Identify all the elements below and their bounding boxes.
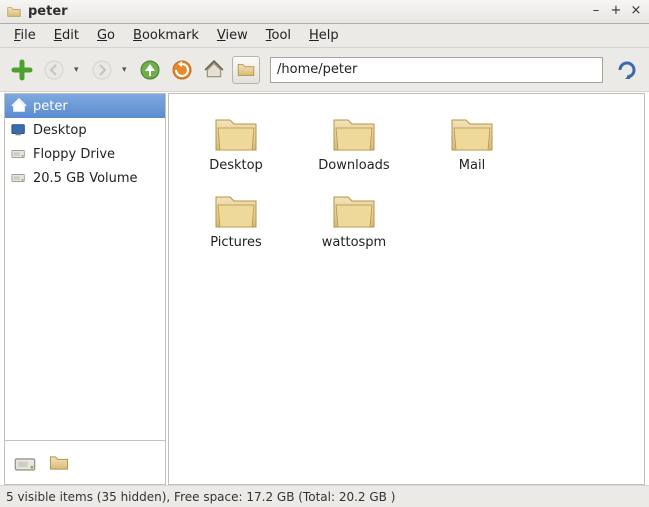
file-item-wattospm[interactable]: wattospm — [295, 187, 413, 250]
sidebar-item-label: Floppy Drive — [33, 147, 115, 162]
file-item-pictures[interactable]: Pictures — [177, 187, 295, 250]
sidebar-item-peter[interactable]: peter — [5, 94, 165, 118]
desktop-icon — [11, 122, 27, 138]
minimize-button[interactable]: – — [589, 5, 603, 19]
sidebar-item-label: 20.5 GB Volume — [33, 171, 138, 186]
folder-icon — [330, 110, 378, 154]
forward-icon — [91, 59, 113, 81]
home-icon — [203, 59, 225, 81]
content-area: peter Desktop Floppy Drive 20.5 GB Volume D… — [0, 92, 649, 485]
toolbar: ▾ ▾ /home/peter — [0, 48, 649, 92]
location-text: /home/peter — [277, 62, 357, 77]
places-list: peter Desktop Floppy Drive 20.5 GB Volume — [5, 94, 165, 440]
sidebar: peter Desktop Floppy Drive 20.5 GB Volume — [4, 93, 166, 485]
drive-shortcut-icon[interactable] — [13, 451, 37, 475]
up-button[interactable] — [136, 56, 164, 84]
file-label: Mail — [459, 158, 485, 173]
drive-icon — [11, 170, 27, 186]
home-icon — [11, 98, 27, 114]
file-label: Desktop — [209, 158, 263, 173]
back-button[interactable] — [40, 56, 68, 84]
title-bar: peter – + × — [0, 0, 649, 24]
go-icon — [616, 59, 638, 81]
new-tab-button[interactable] — [8, 56, 36, 84]
maximize-button[interactable]: + — [609, 5, 623, 19]
back-dropdown[interactable]: ▾ — [74, 65, 84, 75]
reload-icon — [171, 59, 193, 81]
menu-view[interactable]: View — [209, 26, 256, 45]
file-label: Downloads — [318, 158, 389, 173]
file-item-desktop[interactable]: Desktop — [177, 110, 295, 173]
forward-button[interactable] — [88, 56, 116, 84]
reload-button[interactable] — [168, 56, 196, 84]
folder-shortcut-icon[interactable] — [47, 451, 71, 475]
sidebar-item-label: peter — [33, 99, 68, 114]
sidebar-item-20-5-gb-volume[interactable]: 20.5 GB Volume — [5, 166, 165, 190]
folder-icon — [235, 59, 257, 81]
folder-icon — [212, 187, 260, 231]
menu-help[interactable]: Help — [301, 26, 347, 45]
file-label: wattospm — [322, 235, 386, 250]
sidebar-footer — [5, 440, 165, 484]
home-button[interactable] — [200, 56, 228, 84]
back-icon — [43, 59, 65, 81]
up-icon — [139, 59, 161, 81]
close-button[interactable]: × — [629, 5, 643, 19]
go-button[interactable] — [613, 56, 641, 84]
file-view[interactable]: Desktop Downloads Mail Pictures wattospm — [168, 93, 645, 485]
folder-view-button[interactable] — [232, 56, 260, 84]
status-bar: 5 visible items (35 hidden), Free space:… — [0, 485, 649, 507]
sidebar-item-floppy-drive[interactable]: Floppy Drive — [5, 142, 165, 166]
location-input[interactable]: /home/peter — [270, 57, 603, 83]
menu-bar: File Edit Go Bookmark View Tool Help — [0, 24, 649, 48]
folder-icon — [330, 187, 378, 231]
menu-go[interactable]: Go — [89, 26, 123, 45]
file-item-mail[interactable]: Mail — [413, 110, 531, 173]
sidebar-item-desktop[interactable]: Desktop — [5, 118, 165, 142]
menu-tool[interactable]: Tool — [258, 26, 299, 45]
app-icon — [6, 4, 22, 20]
file-label: Pictures — [210, 235, 261, 250]
window-title: peter — [28, 4, 589, 19]
folder-icon — [448, 110, 496, 154]
drive-icon — [11, 146, 27, 162]
folder-icon — [212, 110, 260, 154]
forward-dropdown[interactable]: ▾ — [122, 65, 132, 75]
sidebar-item-label: Desktop — [33, 123, 87, 138]
menu-edit[interactable]: Edit — [46, 26, 87, 45]
menu-file[interactable]: File — [6, 26, 44, 45]
menu-bookmark[interactable]: Bookmark — [125, 26, 207, 45]
file-item-downloads[interactable]: Downloads — [295, 110, 413, 173]
plus-icon — [11, 59, 33, 81]
status-text: 5 visible items (35 hidden), Free space:… — [6, 490, 395, 504]
